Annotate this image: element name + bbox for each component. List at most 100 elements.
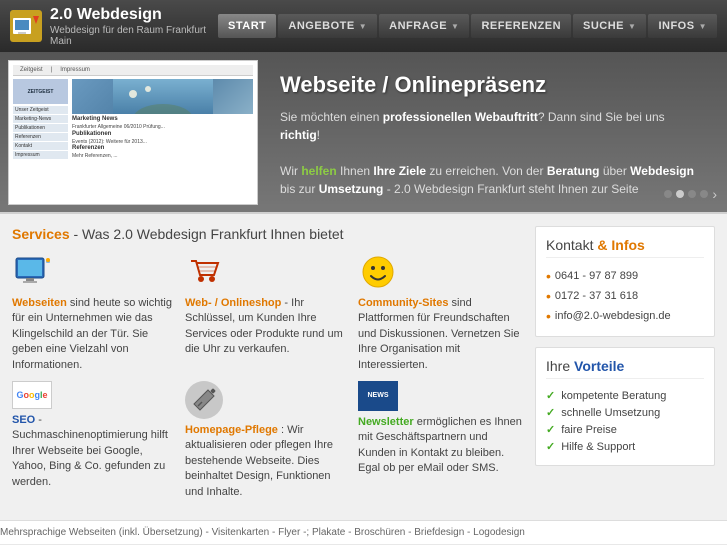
service-onlineshop: Web- / Onlineshop - Ihr Schlüssel, um Ku… — [185, 252, 350, 373]
hero-desc-green1: helfen — [301, 164, 336, 178]
hero-right: Webseite / Onlinepräsenz Sie möchten ein… — [270, 52, 727, 212]
service-seo-header: Google — [12, 381, 177, 409]
hero-screenshot-logo: ZEITGEIST — [13, 79, 68, 104]
bottom-bar-text: Mehrsprachige Webseiten (inkl. Übersetzu… — [0, 527, 525, 538]
service-community-title: Community-Sites — [358, 297, 448, 309]
vorteile-4-text: Hilfe & Support — [561, 441, 635, 453]
service-seo-title: SEO — [12, 414, 35, 426]
kontakt-phone2-text: 0172 - 37 31 618 — [555, 290, 638, 302]
services-section: Services - Was 2.0 Webdesign Frankfurt I… — [0, 212, 727, 544]
hero-desc-2d: über — [599, 164, 630, 178]
logo-icon — [10, 10, 42, 42]
service-onlineshop-text: Web- / Onlineshop - Ihr Schlüssel, um Ku… — [185, 296, 350, 358]
hero-desc-1b: ? Dann sind Sie bei uns — [538, 110, 665, 124]
hero-screenshot: Zeitgeist | Impressum ZEITGEIST Unser Ze… — [8, 60, 258, 205]
logo-title: 2.0 Webdesign — [50, 5, 218, 24]
service-community-header — [358, 252, 523, 292]
hero-desc-bold5: Webdesign — [630, 164, 694, 178]
kontakt-email: • info@2.0-webdesign.de — [546, 306, 704, 326]
hero-desc-bold3: Ihre Ziele — [373, 164, 426, 178]
hero-desc-bold4: Beratung — [547, 164, 600, 178]
hero-desc-2f: - 2.0 Webdesign Frankfurt steht Ihnen zu… — [383, 182, 638, 196]
vorteile-4: ✓ Hilfe & Support — [546, 438, 704, 455]
nav-anfrage[interactable]: ANFRAGE ▼ — [379, 14, 469, 38]
hero-screenshot-sidebar: ZEITGEIST Unser Zeitgeist Marketing-News… — [13, 79, 68, 160]
sidebar: Kontakt & Infos • 0641 - 97 87 899 • 017… — [535, 226, 715, 508]
nav-anfrage-label: ANFRAGE — [389, 20, 447, 32]
kontakt-box: Kontakt & Infos • 0641 - 97 87 899 • 017… — [535, 226, 715, 337]
tools-icon — [185, 381, 223, 419]
kontakt-phone1: • 0641 - 97 87 899 — [546, 266, 704, 286]
service-seo-desc: - Suchmaschinenoptimierung hilft Ihrer W… — [12, 414, 168, 488]
service-homepage-text: Homepage-Pflege : Wir aktualisieren oder… — [185, 423, 350, 500]
hero-screenshot-main: Marketing News Frankfurter Allgemeine 06… — [72, 79, 253, 160]
logo-text-area: 2.0 Webdesign Webdesign für den Raum Fra… — [50, 5, 218, 46]
nav-infos-label: INFOS — [658, 20, 694, 32]
hero-dot-2[interactable] — [676, 190, 684, 198]
hero-description: Sie möchten einen professionellen Webauf… — [280, 108, 707, 198]
hero-desc-2e: bis zur — [280, 182, 319, 196]
hero-next-arrow[interactable]: › — [712, 186, 717, 202]
vorteile-2-text: schnelle Umsetzung — [561, 407, 660, 419]
monitor-icon — [12, 252, 52, 292]
nav-angebote-arrow: ▼ — [359, 22, 367, 31]
nav-angebote-label: ANGEBOTE — [288, 20, 354, 32]
bullet-2: • — [546, 288, 551, 304]
check-icon-4: ✓ — [546, 440, 555, 453]
vorteile-1-text: kompetente Beratung — [561, 390, 666, 402]
hero-dot-3[interactable] — [688, 190, 696, 198]
service-newsletter: Newsletter ermöglichen es Ihnen mit Gesc… — [358, 381, 523, 500]
services-label: Services — [12, 226, 70, 242]
service-homepage-title: Homepage-Pflege — [185, 424, 278, 436]
kontakt-phone1-text: 0641 - 97 87 899 — [555, 270, 638, 282]
seo-icon: Google — [12, 381, 52, 409]
logo-area: 2.0 Webdesign Webdesign für den Raum Fra… — [10, 5, 218, 46]
vorteile-1: ✓ kompetente Beratung — [546, 387, 704, 404]
hero-desc-bold6: Umsetzung — [319, 182, 384, 196]
services-header: Services - Was 2.0 Webdesign Frankfurt I… — [12, 226, 523, 242]
nav-referenzen[interactable]: REFERENZEN — [471, 14, 571, 38]
kontakt-title: Kontakt & Infos — [546, 237, 704, 258]
vorteile-title-highlight: Vorteile — [570, 358, 624, 374]
check-icon-3: ✓ — [546, 423, 555, 436]
nav-suche-label: SUCHE — [583, 20, 624, 32]
hero-screenshot-nav: Zeitgeist | Impressum — [13, 65, 253, 76]
hero-title: Webseite / Onlinepräsenz — [280, 72, 707, 98]
check-icon-1: ✓ — [546, 389, 555, 402]
hero-dot-1[interactable] — [664, 190, 672, 198]
main-nav: START ANGEBOTE ▼ ANFRAGE ▼ REFERENZEN SU… — [218, 14, 717, 38]
kontakt-phone2: • 0172 - 37 31 618 — [546, 286, 704, 306]
service-community: Community-Sites sind Plattformen für Fre… — [358, 252, 523, 373]
hero-left: Zeitgeist | Impressum ZEITGEIST Unser Ze… — [0, 52, 270, 212]
services-subtitle: - Was 2.0 Webdesign Frankfurt Ihnen biet… — [70, 226, 344, 242]
hero-section: Zeitgeist | Impressum ZEITGEIST Unser Ze… — [0, 52, 727, 212]
service-community-text: Community-Sites sind Plattformen für Fre… — [358, 296, 523, 373]
service-webseiten: Webseiten sind heute so wichtig für ein … — [12, 252, 177, 373]
service-newsletter-header — [358, 381, 523, 411]
hero-screenshot-content: ZEITGEIST Unser Zeitgeist Marketing-News… — [13, 79, 253, 160]
hero-desc-2c: zu erreichen. Von der — [426, 164, 547, 178]
vorteile-box: Ihre Vorteile ✓ kompetente Beratung ✓ sc… — [535, 347, 715, 466]
vorteile-title-plain: Ihre — [546, 358, 570, 374]
service-onlineshop-title: Web- / Onlineshop — [185, 297, 281, 309]
nav-referenzen-label: REFERENZEN — [481, 20, 561, 32]
nav-suche[interactable]: SUCHE ▼ — [573, 14, 646, 38]
nav-anfrage-arrow: ▼ — [451, 22, 459, 31]
nav-infos[interactable]: INFOS ▼ — [648, 14, 717, 38]
main-content: Services - Was 2.0 Webdesign Frankfurt I… — [0, 214, 727, 520]
hero-desc-bold2: richtig — [280, 128, 317, 142]
services-grid-row1: Webseiten sind heute so wichtig für ein … — [12, 252, 523, 373]
kontakt-email-text: info@2.0-webdesign.de — [555, 310, 671, 322]
hero-desc-1: Sie möchten einen — [280, 110, 383, 124]
service-homepage: Homepage-Pflege : Wir aktualisieren oder… — [185, 381, 350, 500]
service-seo-text: SEO - Suchmaschinenoptimierung hilft Ihr… — [12, 413, 177, 490]
nav-start[interactable]: START — [218, 14, 276, 38]
nav-angebote[interactable]: ANGEBOTE ▼ — [278, 14, 377, 38]
hero-desc-bold1: professionellen Webauftritt — [383, 110, 538, 124]
service-webseiten-text: Webseiten sind heute so wichtig für ein … — [12, 296, 177, 373]
hero-dot-4[interactable] — [700, 190, 708, 198]
service-newsletter-title: Newsletter — [358, 416, 414, 428]
kontakt-title-plain: Kontakt — [546, 237, 593, 253]
bottom-bar: Mehrsprachige Webseiten (inkl. Übersetzu… — [0, 520, 727, 544]
services-grid-row2: Google SEO - Suchmaschinenoptimierung hi… — [12, 381, 523, 500]
